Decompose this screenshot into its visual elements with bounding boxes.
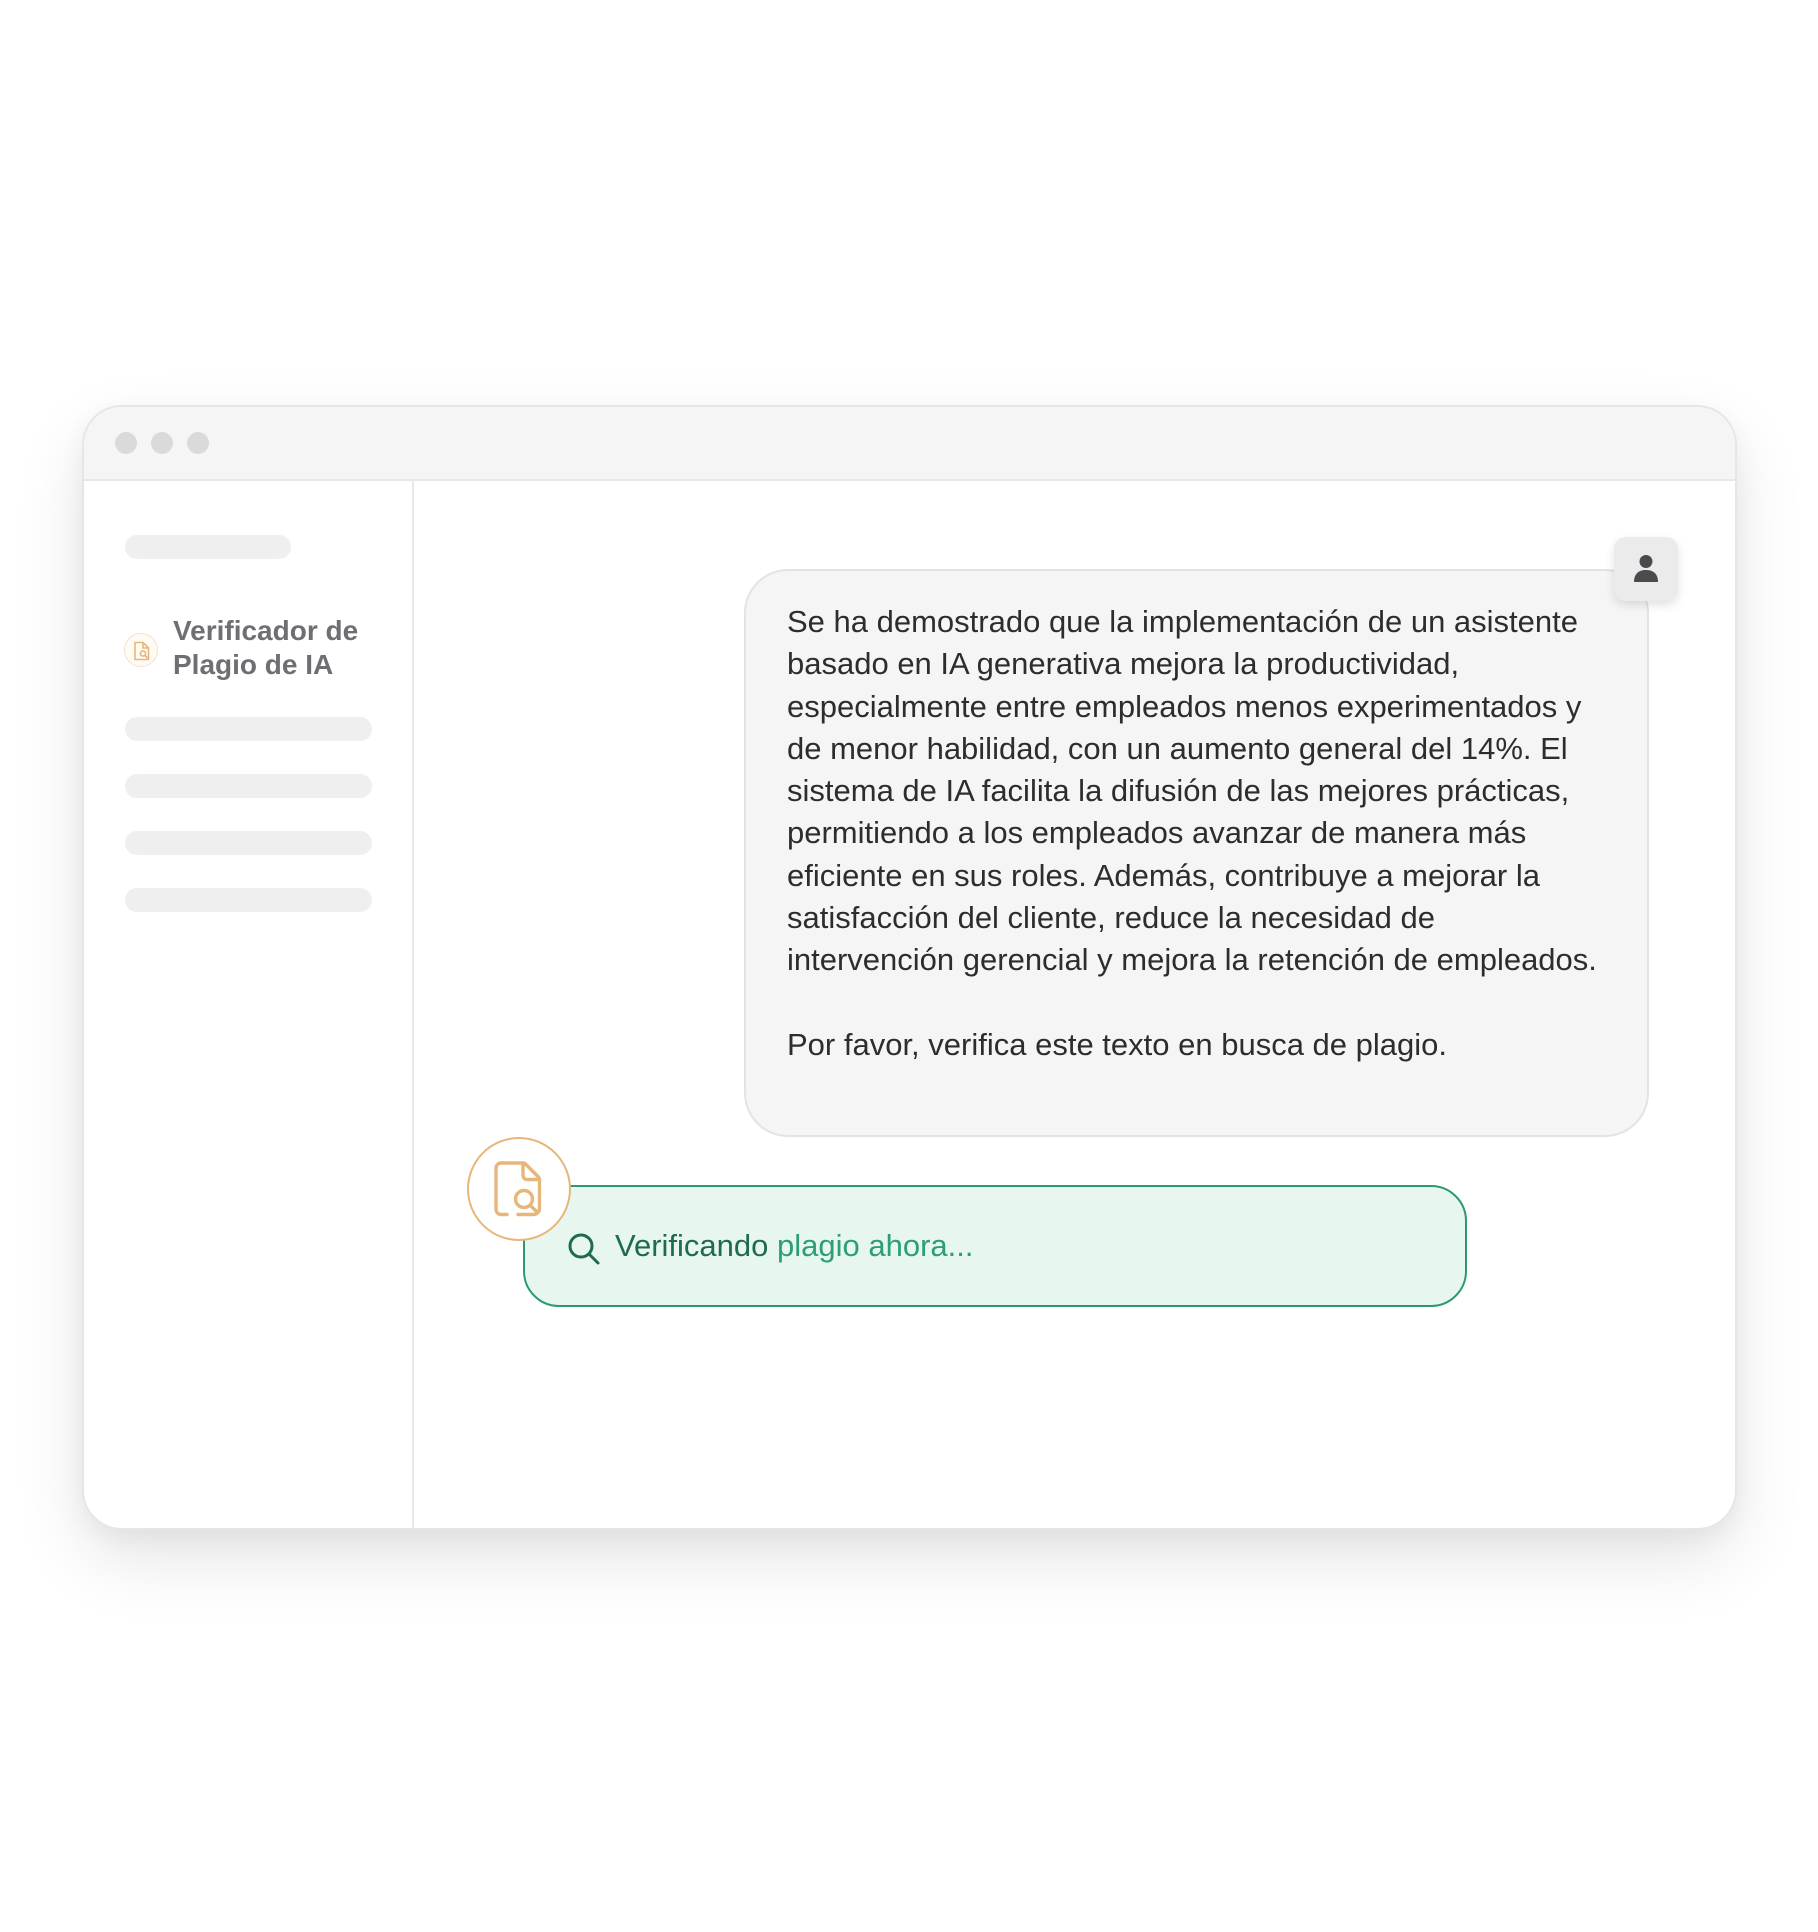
sidebar-item-plagiarism-checker[interactable]: Verificador de Plagio de IA <box>124 614 404 684</box>
assistant-status-bubble: Verificando plagio ahora... <box>523 1185 1467 1307</box>
sidebar-placeholder <box>125 888 372 912</box>
window-close-dot[interactable] <box>115 432 137 454</box>
user-message-request: Por favor, verifica este texto en busca … <box>787 1026 1447 1062</box>
user-avatar <box>1614 537 1678 601</box>
assistant-avatar <box>467 1137 571 1241</box>
title-bar <box>84 407 1735 481</box>
sidebar-item-label: Verificador de Plagio de IA <box>173 615 359 680</box>
sidebar: Verificador de Plagio de IA <box>84 481 414 1528</box>
status-text: Verificando plagio ahora... <box>615 1228 974 1263</box>
window-maximize-dot[interactable] <box>187 432 209 454</box>
user-message-bubble: Se ha demostrado que la implementación d… <box>744 569 1649 1137</box>
app-window: Verificador de Plagio de IA Se ha demost… <box>82 405 1737 1530</box>
sidebar-placeholder <box>125 717 372 741</box>
sidebar-placeholder <box>125 831 372 855</box>
stage: Verificador de Plagio de IA Se ha demost… <box>0 0 1818 1932</box>
sidebar-placeholder <box>125 535 291 559</box>
window-minimize-dot[interactable] <box>151 432 173 454</box>
user-message-paragraph: Se ha demostrado que la implementación d… <box>787 604 1597 978</box>
chat-area: Se ha demostrado que la implementación d… <box>414 481 1735 1528</box>
user-icon <box>1634 555 1658 582</box>
sidebar-placeholder <box>125 774 372 798</box>
search-icon <box>568 1233 600 1265</box>
document-search-icon <box>494 1161 542 1217</box>
document-search-icon <box>124 633 158 667</box>
